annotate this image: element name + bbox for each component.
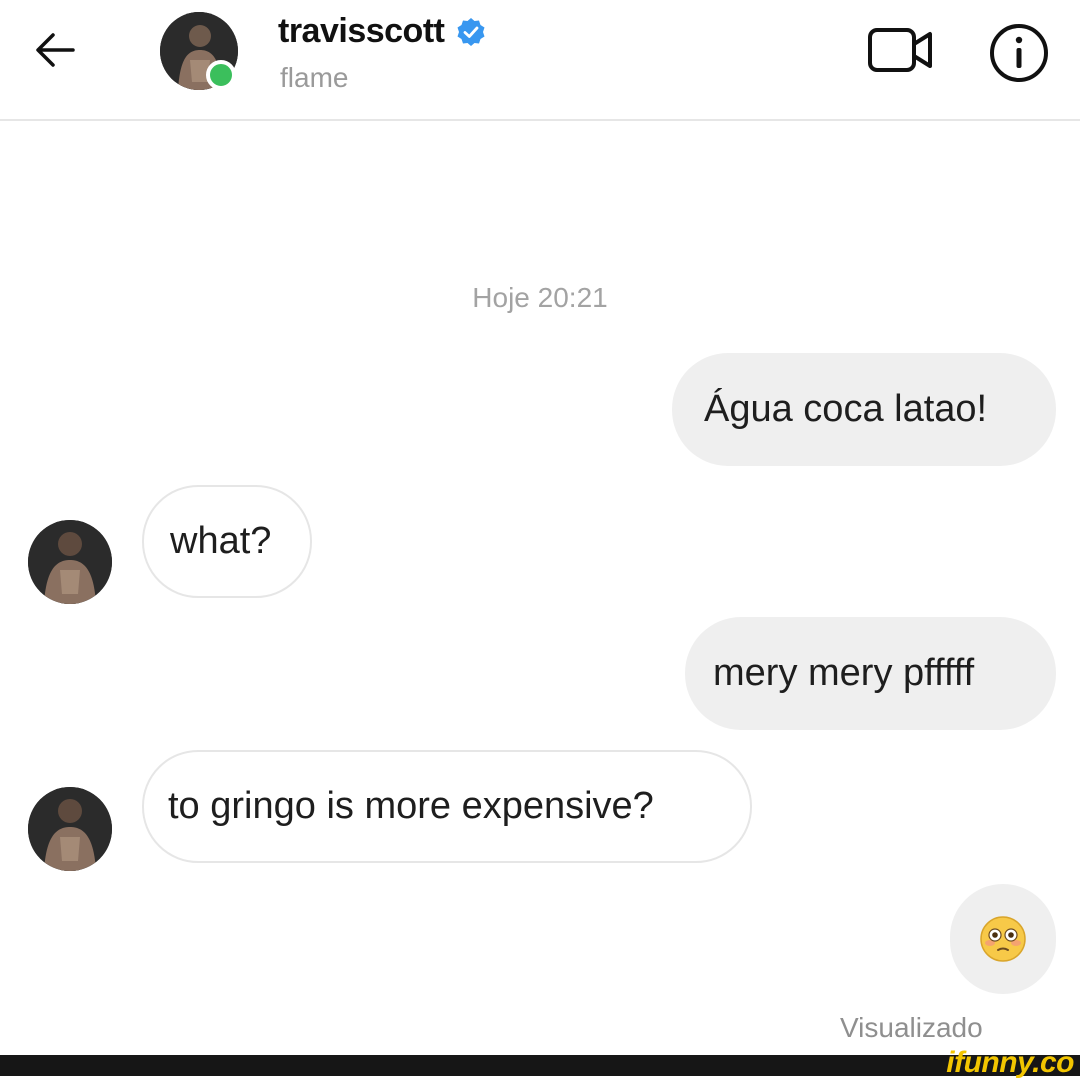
watermark-logo: ifunny.co bbox=[946, 1046, 1074, 1079]
verified-badge-icon bbox=[457, 17, 485, 46]
chat-header: travisscott flame bbox=[0, 0, 1080, 120]
message-text: to gringo is more expensive? bbox=[168, 785, 654, 827]
header-divider bbox=[0, 119, 1080, 121]
sender-avatar[interactable] bbox=[28, 520, 112, 604]
video-call-icon bbox=[868, 28, 932, 72]
message-bubble-outgoing[interactable]: Água coca latao! bbox=[672, 353, 1056, 466]
video-call-button[interactable] bbox=[866, 22, 938, 78]
arrow-left-icon bbox=[36, 33, 75, 67]
back-button[interactable] bbox=[30, 25, 80, 75]
message-text: what? bbox=[170, 520, 272, 562]
watermark-bar bbox=[0, 1055, 1080, 1076]
message-text: mery mery pfffff bbox=[713, 652, 975, 694]
message-bubble-outgoing[interactable]: mery mery pfffff bbox=[685, 617, 1056, 730]
flushed-face-icon bbox=[980, 916, 1026, 962]
sender-avatar[interactable] bbox=[28, 787, 112, 871]
online-indicator bbox=[206, 60, 236, 90]
user-status: flame bbox=[280, 62, 349, 93]
info-icon bbox=[990, 24, 1048, 82]
message-bubble-emoji[interactable] bbox=[950, 884, 1056, 994]
message-bubble-incoming[interactable]: what? bbox=[142, 485, 312, 598]
username: travisscott bbox=[278, 12, 445, 50]
message-text: Água coca latao! bbox=[704, 388, 988, 430]
date-separator: Hoje 20:21 bbox=[472, 282, 608, 313]
seen-status: Visualizado bbox=[840, 1012, 983, 1043]
info-button[interactable] bbox=[988, 22, 1050, 84]
username-row[interactable]: travisscott bbox=[278, 12, 486, 51]
message-bubble-incoming[interactable]: to gringo is more expensive? bbox=[142, 750, 752, 863]
